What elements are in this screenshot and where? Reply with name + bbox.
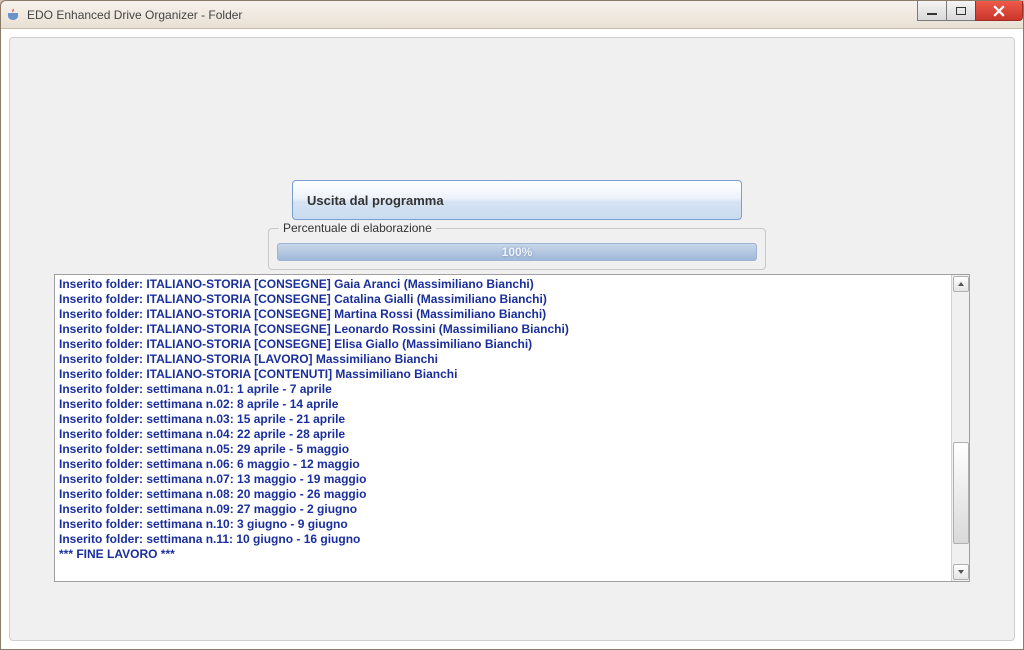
minimize-button[interactable] bbox=[917, 1, 947, 21]
scroll-up-button[interactable] bbox=[953, 276, 969, 292]
maximize-button[interactable] bbox=[946, 1, 976, 21]
log-line: Inserito folder: settimana n.10: 3 giugn… bbox=[59, 517, 947, 532]
scroll-down-button[interactable] bbox=[953, 564, 969, 580]
log-line: Inserito folder: settimana n.04: 22 apri… bbox=[59, 427, 947, 442]
app-window: EDO Enhanced Drive Organizer - Folder Us… bbox=[0, 0, 1024, 650]
log-line: Inserito folder: settimana n.07: 13 magg… bbox=[59, 472, 947, 487]
progress-group: Percentuale di elaborazione 100% bbox=[268, 228, 766, 270]
close-button[interactable] bbox=[975, 1, 1023, 21]
progress-bar: 100% bbox=[277, 243, 757, 261]
log-line: Inserito folder: ITALIANO-STORIA [CONSEG… bbox=[59, 307, 947, 322]
log-line: Inserito folder: ITALIANO-STORIA [LAVORO… bbox=[59, 352, 947, 367]
scrollbar-thumb[interactable] bbox=[953, 442, 969, 545]
window-controls bbox=[918, 1, 1023, 21]
scrollbar-track[interactable] bbox=[953, 293, 969, 563]
log-line: Inserito folder: settimana n.01: 1 april… bbox=[59, 382, 947, 397]
titlebar[interactable]: EDO Enhanced Drive Organizer - Folder bbox=[1, 1, 1023, 29]
progress-percent-text: 100% bbox=[502, 245, 533, 259]
main-panel: Uscita dal programma Percentuale di elab… bbox=[9, 37, 1015, 641]
exit-program-button[interactable]: Uscita dal programma bbox=[292, 180, 742, 220]
log-line: Inserito folder: ITALIANO-STORIA [CONSEG… bbox=[59, 337, 947, 352]
log-line: Inserito folder: ITALIANO-STORIA [CONSEG… bbox=[59, 322, 947, 337]
exit-program-button-label: Uscita dal programma bbox=[307, 193, 444, 208]
log-line: Inserito folder: ITALIANO-STORIA [CONSEG… bbox=[59, 292, 947, 307]
log-line: Inserito folder: settimana n.06: 6 maggi… bbox=[59, 457, 947, 472]
java-cup-icon bbox=[5, 7, 21, 23]
log-line: Inserito folder: settimana n.11: 10 giug… bbox=[59, 532, 947, 547]
log-line: Inserito folder: settimana n.09: 27 magg… bbox=[59, 502, 947, 517]
log-line: Inserito folder: settimana n.05: 29 apri… bbox=[59, 442, 947, 457]
progress-legend: Percentuale di elaborazione bbox=[279, 221, 436, 235]
log-line: Inserito folder: ITALIANO-STORIA [CONSEG… bbox=[59, 277, 947, 292]
log-panel: Inserito folder: ITALIANO-STORIA [CONSEG… bbox=[54, 274, 970, 582]
log-line: *** FINE LAVORO *** bbox=[59, 547, 947, 562]
client-area: Uscita dal programma Percentuale di elab… bbox=[1, 29, 1023, 649]
vertical-scrollbar[interactable] bbox=[951, 275, 969, 581]
window-title: EDO Enhanced Drive Organizer - Folder bbox=[27, 8, 242, 22]
log-line: Inserito folder: settimana n.02: 8 april… bbox=[59, 397, 947, 412]
log-line: Inserito folder: ITALIANO-STORIA [CONTEN… bbox=[59, 367, 947, 382]
log-textarea[interactable]: Inserito folder: ITALIANO-STORIA [CONSEG… bbox=[55, 275, 951, 581]
log-line: Inserito folder: settimana n.08: 20 magg… bbox=[59, 487, 947, 502]
log-line: Inserito folder: settimana n.03: 15 apri… bbox=[59, 412, 947, 427]
